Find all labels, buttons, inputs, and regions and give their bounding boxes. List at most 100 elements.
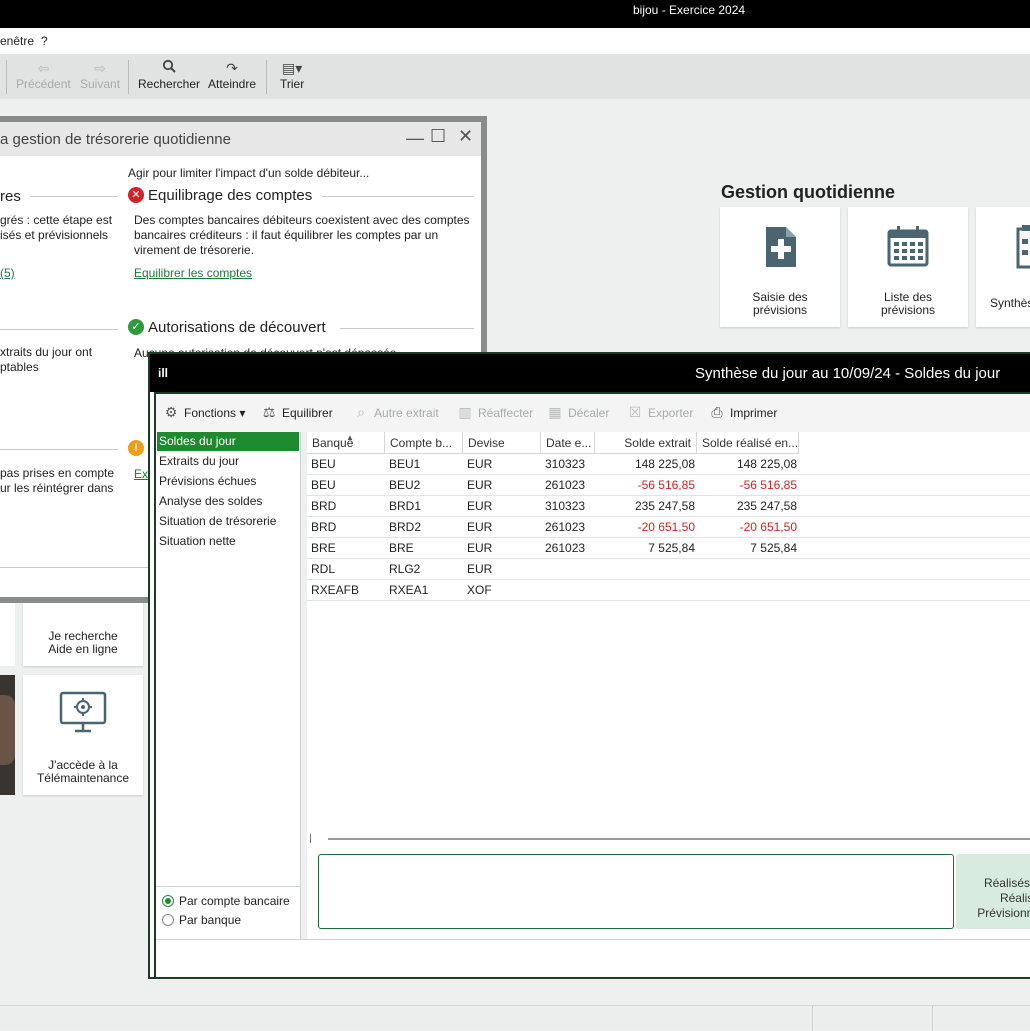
fonctions-button[interactable]: ⚙ Fonctions ▾ — [162, 404, 246, 421]
comment-textarea[interactable] — [318, 854, 954, 929]
maximize-icon[interactable]: ☐ — [430, 126, 446, 147]
table-row[interactable]: BEU BEU2 EUR 261023 -56 516,85 -56 516,85 — [307, 475, 1030, 496]
app-title: bijou - Exercice 2024 — [633, 3, 746, 17]
cell-date: 261023 — [545, 520, 586, 534]
cell-date: 261023 — [545, 541, 586, 555]
cell-compte: RXEA1 — [389, 583, 429, 597]
rechercher-button[interactable]: Rechercher — [138, 59, 200, 91]
column-header-devise[interactable]: Devise — [463, 432, 541, 454]
column-header-compte[interactable]: Compte b... — [385, 432, 463, 454]
synthese-statusbar — [156, 939, 1030, 977]
suivant-button[interactable]: ⇨ Suivant — [80, 59, 120, 91]
column-header-solde-extrait[interactable]: Solde extrait — [595, 432, 697, 454]
statusbar-separator — [932, 1006, 933, 1031]
radio-par-banque[interactable]: Par banque — [162, 913, 241, 927]
toolbar-separator — [6, 60, 7, 94]
telemaintenance-card[interactable]: J'accède à la Télémaintenance — [23, 675, 143, 795]
left-section-heading: res — [0, 188, 21, 205]
nav-soldes-du-jour[interactable]: Soldes du jour — [157, 432, 299, 451]
table-row[interactable]: BRD BRD1 EUR 310323 235 247,58 235 247,58 — [307, 496, 1030, 517]
arrow-right-icon: ⇨ — [94, 60, 106, 76]
divider — [30, 196, 118, 197]
imprimer-button[interactable]: ⎙ Imprimer — [708, 404, 777, 421]
synthese-content: ⚙ Fonctions ▾ ⚖ Equilibrer ⌕ Autre extrait … — [154, 392, 1030, 977]
minimize-icon[interactable]: — — [406, 128, 424, 149]
cell-compte: BEU1 — [389, 457, 421, 471]
menu-fenetre[interactable]: enêtre — [0, 34, 34, 48]
gear-icon: ⚙ — [164, 404, 178, 420]
reaffecter-button[interactable]: ▥ Réaffecter — [456, 404, 533, 421]
cell-solde-extrait: 7 525,84 — [648, 541, 695, 555]
cell-banque: BRD — [311, 520, 337, 534]
cell-banque: BRD — [311, 499, 337, 513]
cell-solde-extrait — [595, 580, 695, 601]
precedent-button[interactable]: ⇦ Précédent — [16, 59, 71, 91]
column-header-date[interactable]: Date e... — [541, 432, 595, 454]
scrollbar-track[interactable] — [328, 838, 1030, 840]
error-icon: ✕ — [128, 187, 144, 203]
menubar: enêtre ? — [0, 28, 1030, 54]
decouvert-heading: Autorisations de découvert — [148, 319, 326, 336]
search-icon: ⌕ — [357, 404, 365, 420]
precedent-label: Précédent — [16, 77, 71, 91]
table-row[interactable]: RXEAFB RXEA1 XOF — [307, 580, 1030, 601]
liste-previsions-label: Liste des prévisions — [880, 290, 936, 317]
menu-help[interactable]: ? — [41, 34, 48, 48]
cell-compte: BRD1 — [389, 499, 422, 513]
radio-par-compte-bancaire[interactable]: Par compte bancaire — [162, 894, 290, 908]
divider — [0, 329, 118, 330]
tresorerie-dialog-titlebar[interactable]: a gestion de trésorerie quotidienne — ☐ … — [0, 122, 481, 156]
column-header-banque[interactable]: ▲ Banque — [307, 432, 385, 454]
left-link[interactable]: (5) — [0, 266, 15, 280]
table-row[interactable]: BRD BRD2 EUR 261023 -20 651,50 -20 651,50 — [307, 517, 1030, 538]
trier-label: Trier — [280, 77, 305, 91]
toolbar-separator — [128, 60, 129, 94]
app-icon: ill — [158, 366, 169, 380]
cell-compte: BEU2 — [389, 478, 421, 492]
decaler-button[interactable]: ▦ Décaler — [546, 404, 609, 421]
legend-box: Réalisés e Réalisé Prévisionne — [956, 854, 1030, 929]
saisie-previsions-card[interactable]: Saisie des prévisions — [720, 207, 840, 327]
synthese-nav: Soldes du jour Extraits du jour Prévisio… — [156, 432, 301, 939]
table-row[interactable]: RDL RLG2 EUR — [307, 559, 1030, 580]
table-row[interactable]: BRE BRE EUR 261023 7 525,84 7 525,84 — [307, 538, 1030, 559]
synthese-titlebar[interactable]: ill Synthèse du jour au 10/09/24 - Solde… — [150, 354, 1030, 392]
scrollbar-thumb[interactable] — [310, 834, 311, 843]
horizontal-scrollbar[interactable] — [307, 834, 1030, 844]
equilibrage-text: Des comptes bancaires débiteurs coexiste… — [134, 213, 470, 257]
cell-solde-realise: 7 525,84 — [750, 541, 797, 555]
atteindre-button[interactable]: ↷ Atteindre — [208, 59, 256, 91]
nav-situation-de-tresorerie[interactable]: Situation de trésorerie — [157, 512, 299, 531]
close-icon[interactable]: ✕ — [458, 126, 473, 147]
main-toolbar: ⇦ Précédent ⇨ Suivant Rechercher ↷ Attei… — [0, 54, 1030, 99]
cell-solde-realise: -20 651,50 — [739, 520, 797, 534]
cell-solde-realise: 148 225,08 — [736, 457, 797, 471]
saisie-previsions-label: Saisie des prévisions — [752, 290, 808, 317]
app-titlebar[interactable]: bijou - Exercice 2024 — [0, 0, 1030, 28]
cell-solde-realise: 235 247,58 — [736, 499, 797, 513]
nav-previsions-echues[interactable]: Prévisions échues — [157, 472, 299, 491]
cell-devise: EUR — [467, 562, 493, 576]
synthese-card[interactable]: Synthès — [976, 207, 1030, 327]
cell-compte: RLG2 — [389, 562, 421, 576]
column-header-solde-realise[interactable]: Solde réalisé en... — [697, 432, 799, 454]
cell-date: 310323 — [545, 457, 586, 471]
cell-compte: BRD2 — [389, 520, 422, 534]
equilibrer-comptes-link[interactable]: Equilibrer les comptes — [134, 266, 252, 280]
cell-solde-extrait: -56 516,85 — [637, 478, 695, 492]
nav-analyse-des-soldes[interactable]: Analyse des soldes — [157, 492, 299, 511]
search-icon — [138, 59, 200, 77]
nav-situation-nette[interactable]: Situation nette — [157, 532, 299, 551]
cell-date: 310323 — [545, 499, 586, 513]
check-icon: ✓ — [128, 319, 144, 335]
exporter-button[interactable]: ☒ Exporter — [626, 404, 694, 421]
autre-extrait-button[interactable]: ⌕ Autre extrait — [352, 404, 439, 421]
equilibrer-button[interactable]: ⚖ Equilibrer — [260, 404, 333, 421]
checklist-icon — [1016, 225, 1030, 269]
equilibrage-heading: Equilibrage des comptes — [148, 187, 313, 204]
trier-button[interactable]: ▤▾ Trier — [280, 59, 304, 91]
table-row[interactable]: BEU BEU1 EUR 310323 148 225,08 148 225,08 — [307, 454, 1030, 475]
nav-extraits-du-jour[interactable]: Extraits du jour — [157, 452, 299, 471]
liste-previsions-card[interactable]: Liste des prévisions — [848, 207, 968, 327]
calendar-icon: ▦ — [548, 404, 562, 420]
